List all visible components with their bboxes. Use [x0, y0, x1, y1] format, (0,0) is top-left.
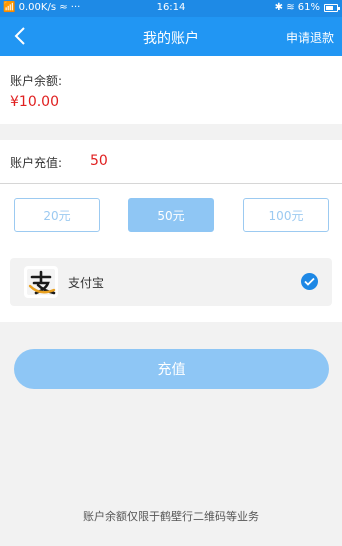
amount-option-100[interactable]: 100元 [243, 198, 329, 232]
balance-value: ¥10.00 [10, 94, 59, 110]
recharge-value: 50 [90, 153, 108, 169]
status-indicators: ✱ ≋ 61% [274, 2, 320, 13]
recharge-amount-row: 账户充值: 50 [0, 140, 342, 184]
footer-note: 账户余额仅限于鹤壁行二维码等业务 [83, 510, 259, 523]
battery-icon [324, 4, 340, 12]
balance-label: 账户余额: [10, 74, 63, 88]
amount-option-50[interactable]: 50元 [128, 198, 214, 232]
payment-method-name: 支付宝 [68, 276, 105, 290]
recharge-submit-button[interactable]: 充值 [14, 349, 329, 389]
refund-request-button[interactable]: 申请退款 [286, 29, 334, 46]
check-circle-icon [301, 273, 318, 290]
amount-options: 20元 50元 100元 [0, 184, 342, 246]
payment-section: 支付宝 [0, 246, 342, 322]
payment-method-alipay[interactable]: 支付宝 [10, 258, 332, 306]
status-bar: 📶 0.00K/s ≈ ··· 16:14 ✱ ≋ 61% [0, 0, 342, 17]
header-bar: 我的账户 申请退款 [0, 17, 342, 56]
balance-card: 账户余额: ¥10.00 [0, 56, 342, 124]
recharge-label: 账户充值: [10, 156, 63, 170]
alipay-logo-icon [24, 266, 58, 298]
amount-option-20[interactable]: 20元 [14, 198, 100, 232]
